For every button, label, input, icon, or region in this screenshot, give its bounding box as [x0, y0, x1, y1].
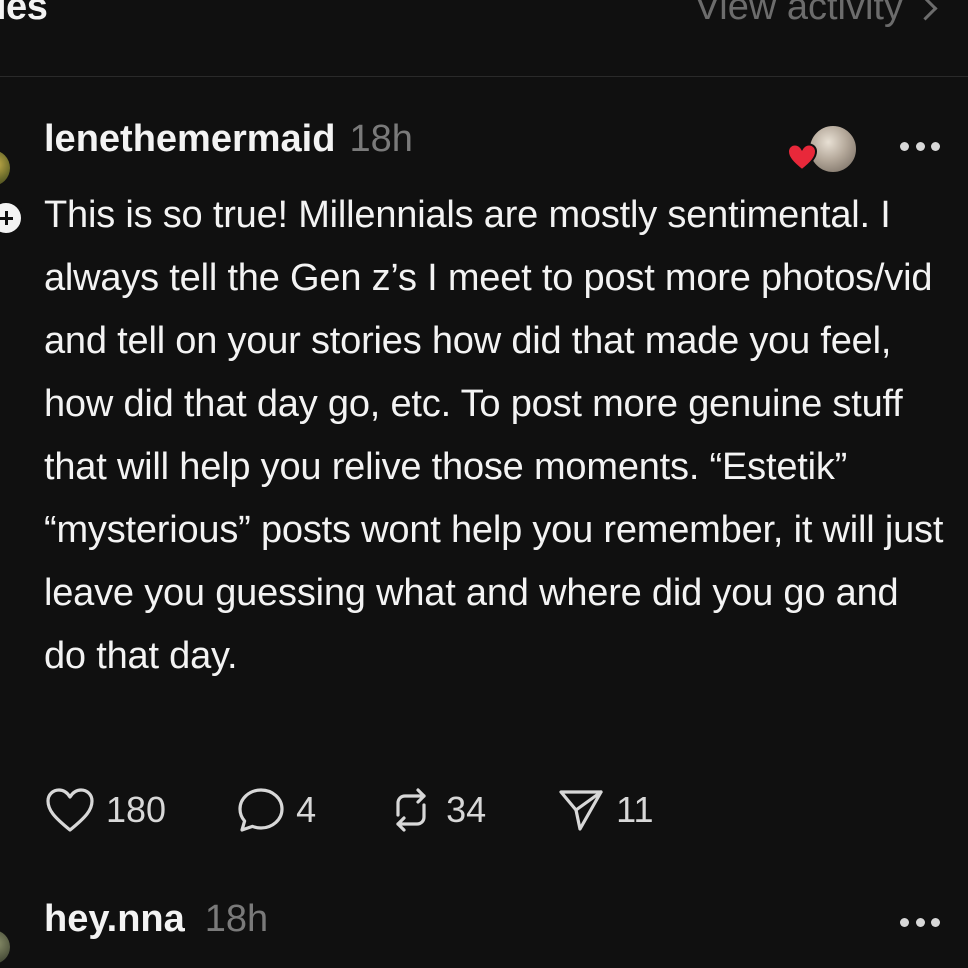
share-button[interactable]: 11 — [556, 785, 654, 835]
post-username[interactable]: hey.nna — [44, 898, 185, 941]
post-username[interactable]: lenethemermaid — [44, 118, 335, 161]
post-actions: 180 4 34 11 — [44, 784, 724, 836]
repost-button[interactable]: 34 — [386, 785, 486, 835]
avatar[interactable] — [0, 930, 10, 964]
post-timestamp: 18h — [349, 118, 413, 160]
like-count: 180 — [106, 789, 167, 830]
speech-bubble-icon — [238, 788, 284, 832]
view-activity-link[interactable]: View activity — [694, 0, 938, 29]
post-timestamp: 18h — [204, 898, 269, 940]
avatar[interactable] — [0, 150, 10, 186]
post-body: This is so true! Millennials are mostly … — [44, 194, 944, 677]
reply-count: 4 — [296, 789, 317, 830]
section-title: ies — [0, 0, 48, 28]
more-dots-icon[interactable] — [900, 140, 940, 152]
activity-header: ies View activity — [0, 0, 968, 77]
share-count: 11 — [616, 789, 654, 830]
next-post-header: hey.nna 18h — [44, 898, 268, 941]
view-activity-label: View activity — [694, 0, 903, 28]
follow-plus-icon[interactable] — [0, 200, 24, 236]
more-dots-icon[interactable] — [900, 916, 940, 928]
like-button[interactable]: 180 — [44, 786, 166, 834]
repost-icon — [396, 788, 426, 832]
reply-post: lenethemermaid 18h This is so true! Mill… — [44, 118, 954, 688]
heart-icon — [46, 788, 94, 832]
paper-plane-icon — [559, 790, 603, 831]
reply-button[interactable]: 4 — [236, 785, 316, 835]
chevron-right-icon — [913, 0, 938, 21]
repost-count: 34 — [446, 789, 487, 830]
heart-icon — [786, 143, 818, 172]
liked-by-avatars[interactable] — [786, 124, 866, 174]
